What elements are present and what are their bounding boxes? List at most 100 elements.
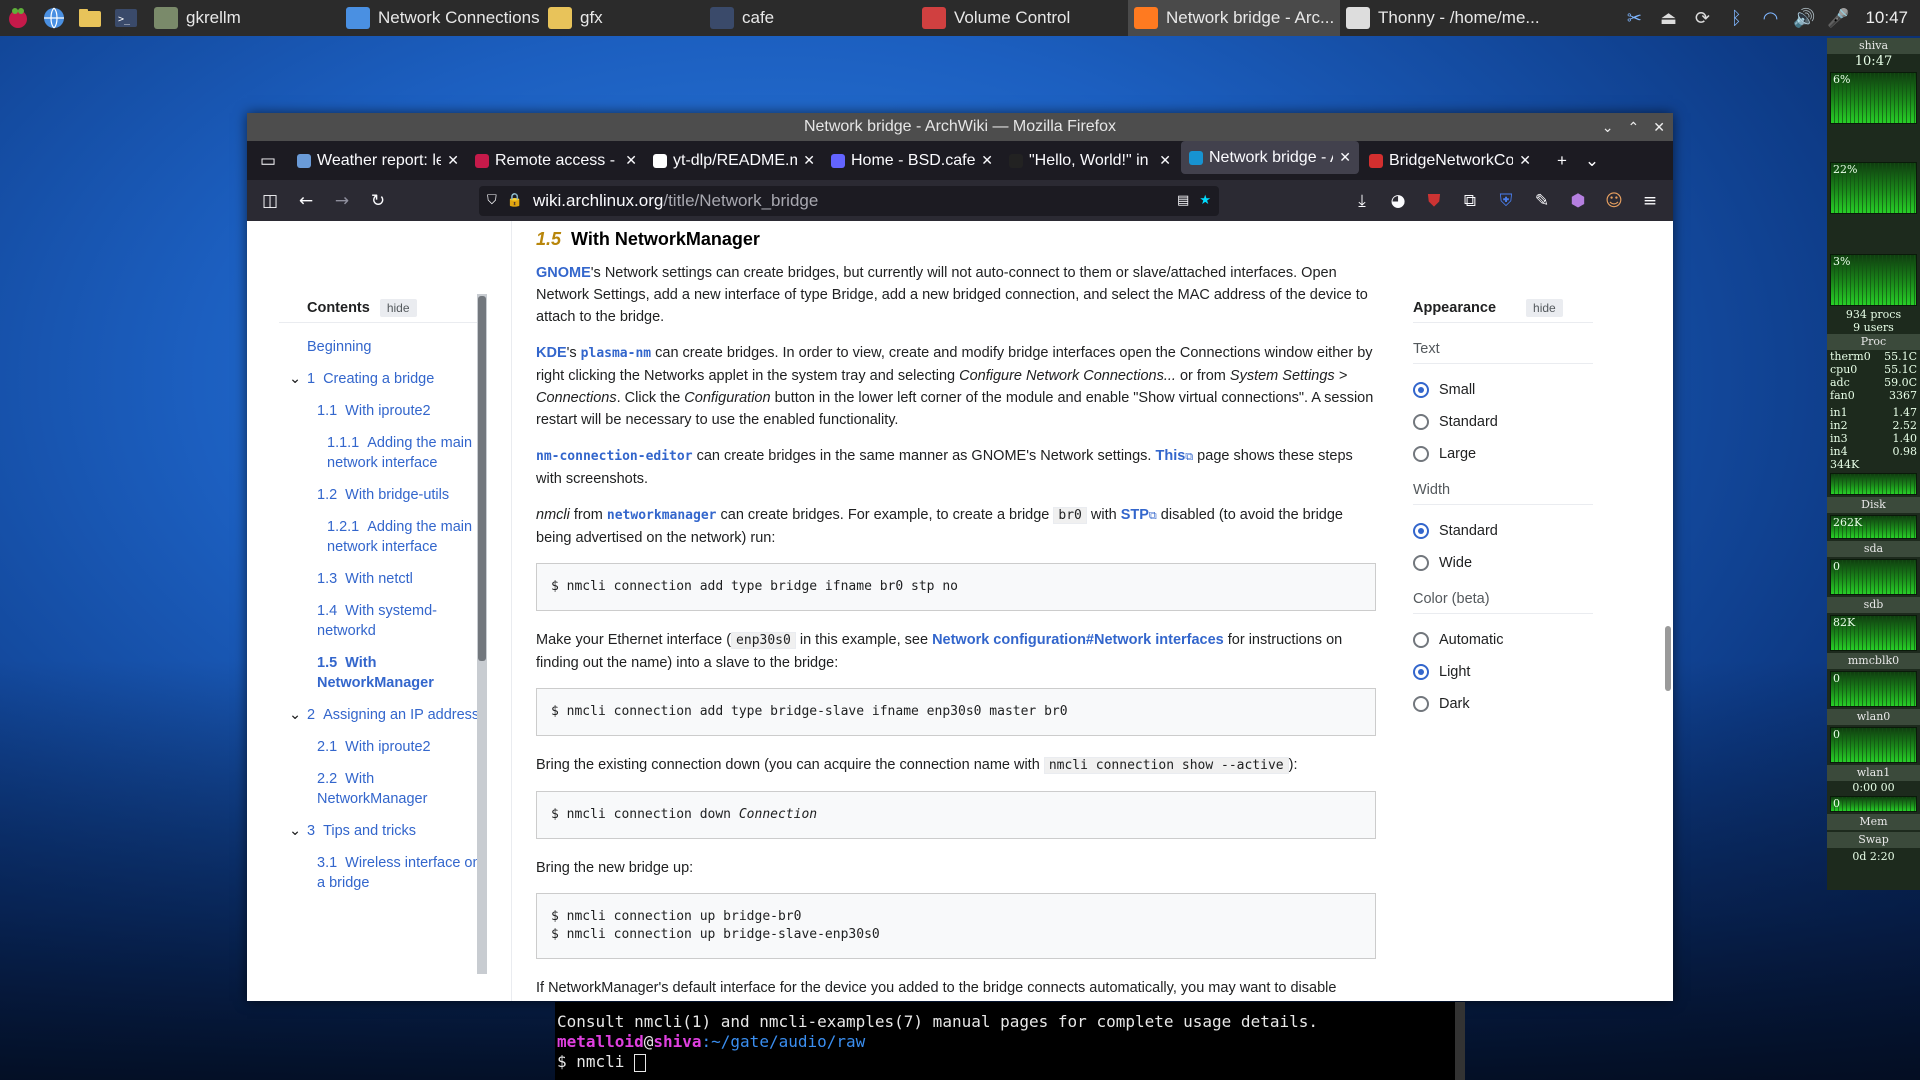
clock[interactable]: 10:47 xyxy=(1861,8,1908,28)
shield-icon[interactable]: ⛉ xyxy=(487,193,497,208)
window-menu-icon[interactable]: ⌄ xyxy=(1602,113,1614,141)
ublock-icon[interactable]: ⛊ xyxy=(1419,186,1449,216)
wifi-icon[interactable]: ◠ xyxy=(1759,7,1781,29)
radio-button[interactable] xyxy=(1413,632,1429,648)
back-icon[interactable]: ← xyxy=(291,186,321,216)
toc-item[interactable]: ⌄ 3 Tips and tricks xyxy=(279,821,482,841)
new-tab-icon[interactable]: + xyxy=(1547,146,1577,176)
browser-tab[interactable]: Weather report: le ✕ xyxy=(289,141,467,180)
appearance-option[interactable]: Light xyxy=(1413,656,1593,688)
tab-groups-icon[interactable]: ▭ xyxy=(253,146,283,176)
this-link[interactable]: This xyxy=(1155,448,1185,464)
appearance-hide-button[interactable]: hide xyxy=(1526,299,1563,317)
account-icon[interactable]: ☺ xyxy=(1599,186,1629,216)
taskbar-task[interactable]: Network bridge - Arc... xyxy=(1128,0,1340,36)
close-tab-icon[interactable]: ✕ xyxy=(981,152,993,169)
appearance-option[interactable]: Dark xyxy=(1413,688,1593,720)
radio-button[interactable] xyxy=(1413,555,1429,571)
close-tab-icon[interactable]: ✕ xyxy=(803,152,815,169)
kde-link[interactable]: KDE xyxy=(536,345,567,361)
microphone-icon[interactable]: 🎤 xyxy=(1827,7,1849,29)
extensions-icon[interactable]: ⧉ xyxy=(1455,186,1485,216)
appearance-option[interactable]: Standard xyxy=(1413,406,1593,438)
gnome-link[interactable]: GNOME xyxy=(536,265,591,281)
toc-hide-button[interactable]: hide xyxy=(379,299,417,317)
nm-connection-editor-link[interactable]: nm-connection-editor xyxy=(536,449,693,464)
code-block-2[interactable]: $ nmcli connection add type bridge-slave… xyxy=(536,688,1376,736)
downloads-icon[interactable]: ⤓ xyxy=(1347,186,1377,216)
network-config-link[interactable]: Network configuration#Network interfaces xyxy=(932,632,1224,648)
bitwarden-icon[interactable]: ⛨ xyxy=(1491,186,1521,216)
reader-view-icon[interactable]: ▤ xyxy=(1177,193,1189,208)
radio-button[interactable] xyxy=(1413,664,1429,680)
volume-icon[interactable]: 🔊 xyxy=(1793,7,1815,29)
toc-collapse-icon[interactable]: ⌄ xyxy=(289,705,301,725)
toc-collapse-icon[interactable]: ⌄ xyxy=(289,821,301,841)
radio-button[interactable] xyxy=(1413,382,1429,398)
browser-tab[interactable]: "Hello, World!" in 2 ✕ xyxy=(1001,141,1179,180)
app-menu-icon[interactable]: ≡ xyxy=(1635,186,1665,216)
forward-icon[interactable]: → xyxy=(327,186,357,216)
terminal-input-line[interactable]: $ nmcli xyxy=(557,1052,1465,1072)
update-icon[interactable]: ⟳ xyxy=(1691,7,1713,29)
browser-tab[interactable]: Home - BSD.cafe ✕ xyxy=(823,141,1001,180)
radio-button[interactable] xyxy=(1413,414,1429,430)
toc-item[interactable]: 1.5 With NetworkManager xyxy=(279,653,482,693)
stp-link[interactable]: STP xyxy=(1121,507,1149,523)
terminal-scrollbar[interactable] xyxy=(1455,1002,1465,1080)
reload-icon[interactable]: ↻ xyxy=(363,186,393,216)
toc-item[interactable]: 2.1 With iproute2 xyxy=(279,737,482,757)
networkmanager-link[interactable]: networkmanager xyxy=(607,508,717,523)
browser-tab[interactable]: yt-dlp/README.m ✕ xyxy=(645,141,823,180)
sidebar-icon[interactable]: ◫ xyxy=(255,186,285,216)
bluetooth-devices-icon[interactable]: ✂ xyxy=(1623,7,1645,29)
appearance-option[interactable]: Wide xyxy=(1413,547,1593,579)
bookmark-star-icon[interactable]: ★ xyxy=(1199,193,1211,208)
toc-item[interactable]: 1.2 With bridge-utils xyxy=(279,485,482,505)
taskbar-task[interactable]: cafe xyxy=(704,0,916,36)
close-tab-icon[interactable]: ✕ xyxy=(447,152,459,169)
extension-2-icon[interactable]: ✎ xyxy=(1527,186,1557,216)
taskbar-task[interactable]: gfx xyxy=(542,0,704,36)
radio-button[interactable] xyxy=(1413,523,1429,539)
eject-icon[interactable]: ⏏ xyxy=(1657,7,1679,29)
taskbar-task[interactable]: Thonny - /home/me... xyxy=(1340,0,1547,36)
file-manager-launcher-icon[interactable] xyxy=(72,0,108,36)
browser-launcher-icon[interactable] xyxy=(36,0,72,36)
close-tab-icon[interactable]: ✕ xyxy=(625,152,637,169)
maximize-icon[interactable]: ⌃ xyxy=(1628,113,1640,141)
extension-3-icon[interactable]: ⬢ xyxy=(1563,186,1593,216)
code-block-3[interactable]: $ nmcli connection down Connection xyxy=(536,791,1376,839)
toc-item[interactable]: 1.1.1 Adding the main network interface xyxy=(279,433,482,473)
plasma-nm-link[interactable]: plasma-nm xyxy=(581,346,651,361)
toc-item[interactable]: 3.1 Wireless interface on a bridge xyxy=(279,853,482,893)
list-tabs-icon[interactable]: ⌄ xyxy=(1577,146,1607,176)
toc-item[interactable]: ⌄ 1 Creating a bridge xyxy=(279,369,482,389)
close-tab-icon[interactable]: ✕ xyxy=(1159,152,1171,169)
radio-button[interactable] xyxy=(1413,446,1429,462)
url-text[interactable]: wiki.archlinux.org/title/Network_bridge xyxy=(533,191,1167,211)
close-tab-icon[interactable]: ✕ xyxy=(1339,149,1351,166)
toc-item[interactable]: ⌄ 2 Assigning an IP address xyxy=(279,705,482,725)
toc-item[interactable]: Beginning xyxy=(279,337,482,357)
toc-item[interactable]: 1.2.1 Adding the main network interface xyxy=(279,517,482,557)
page-scrollbar[interactable] xyxy=(1663,221,1673,1001)
close-tab-icon[interactable]: ✕ xyxy=(1519,152,1531,169)
appearance-option[interactable]: Large xyxy=(1413,438,1593,470)
toc-scrollbar[interactable] xyxy=(477,294,487,974)
close-window-icon[interactable]: ✕ xyxy=(1653,113,1665,141)
appearance-option[interactable]: Standard xyxy=(1413,515,1593,547)
radio-button[interactable] xyxy=(1413,696,1429,712)
raspberry-menu-icon[interactable] xyxy=(0,0,36,36)
extension-1-icon[interactable]: ◕ xyxy=(1383,186,1413,216)
code-block-1[interactable]: $ nmcli connection add type bridge ifnam… xyxy=(536,563,1376,611)
toc-item[interactable]: 1.1 With iproute2 xyxy=(279,401,482,421)
code-block-4[interactable]: $ nmcli connection up bridge-br0 $ nmcli… xyxy=(536,893,1376,959)
taskbar-task[interactable]: Volume Control xyxy=(916,0,1128,36)
url-bar[interactable]: ⛉ 🔒 wiki.archlinux.org/title/Network_bri… xyxy=(479,185,1219,216)
bluetooth-icon[interactable]: ᛒ xyxy=(1725,7,1747,29)
taskbar-task[interactable]: Network Connections xyxy=(340,0,542,36)
taskbar-task[interactable]: gkrellm xyxy=(148,0,340,36)
toc-collapse-icon[interactable]: ⌄ xyxy=(289,369,301,389)
browser-tab[interactable]: BridgeNetworkCo ✕ xyxy=(1361,141,1539,180)
